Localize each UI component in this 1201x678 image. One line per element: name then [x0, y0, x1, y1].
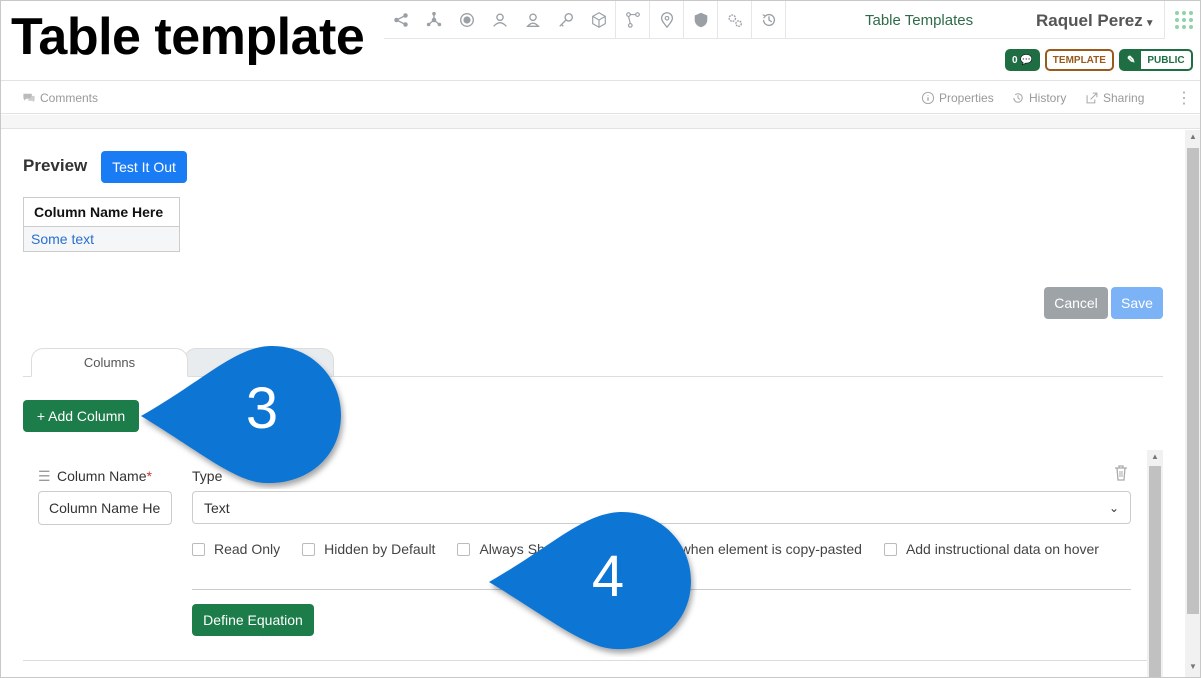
column-name-input[interactable]: [38, 491, 172, 525]
checkbox-label: Read Only: [214, 541, 281, 557]
more-options-icon[interactable]: ⋮: [1176, 88, 1192, 108]
info-icon: [921, 91, 935, 105]
page-scrollbar[interactable]: ▲ ▼: [1185, 130, 1200, 677]
users-icon[interactable]: [483, 1, 516, 39]
read-only-checkbox[interactable]: Read Only: [192, 541, 280, 557]
page-scroll-thumb[interactable]: [1187, 148, 1199, 614]
caret-down-icon: ▼: [1144, 18, 1155, 29]
toolbar-divider: [785, 1, 786, 39]
record-icon[interactable]: [450, 1, 483, 39]
tab-columns[interactable]: Columns: [31, 348, 188, 377]
user-name: Raquel Perez: [1036, 11, 1143, 30]
column-name-label-text: Column Name: [57, 468, 147, 484]
add-column-button[interactable]: + Add Column: [23, 400, 139, 432]
user-icon[interactable]: [516, 1, 549, 39]
public-label: PUBLIC: [1147, 54, 1185, 66]
column-name-label: Column Name*: [57, 468, 152, 484]
hub-icon[interactable]: [417, 1, 450, 39]
callout-3-number: 3: [245, 376, 279, 441]
scroll-up-icon[interactable]: ▲: [1189, 132, 1197, 141]
checkbox-box[interactable]: [457, 542, 471, 556]
sharing-label: Sharing: [1103, 91, 1145, 105]
location-icon[interactable]: [650, 1, 683, 39]
shield-icon[interactable]: [684, 1, 717, 39]
external-share-icon: [1086, 92, 1098, 104]
save-button[interactable]: Save: [1111, 287, 1163, 319]
instructional-data-checkbox[interactable]: Add instructional data on hover: [883, 541, 1099, 557]
define-equation-button[interactable]: Define Equation: [192, 604, 314, 636]
comment-count-badge[interactable]: 0 💬: [1005, 49, 1040, 71]
panel-scroll-thumb[interactable]: [1149, 466, 1161, 677]
checkbox-box[interactable]: [883, 542, 897, 556]
preview-table-cell[interactable]: Some text: [23, 226, 180, 252]
checkbox-box[interactable]: [192, 542, 205, 556]
checkbox-box[interactable]: [302, 542, 316, 556]
scroll-up-icon[interactable]: ▲: [1151, 452, 1159, 461]
share-icon[interactable]: [384, 1, 417, 39]
user-menu[interactable]: Raquel Perez ▼: [1036, 11, 1155, 31]
breadcrumb-table-templates[interactable]: Table Templates: [865, 12, 973, 29]
preview-heading: Preview: [23, 156, 88, 175]
key-icon[interactable]: [549, 1, 582, 39]
branch-icon[interactable]: [616, 1, 649, 39]
comments-label: Comments: [40, 91, 99, 105]
preview-table-header: Column Name Here: [23, 197, 180, 227]
box-icon[interactable]: [582, 1, 615, 39]
panel-bottom-border: [23, 660, 1147, 661]
preview-table: Column Name Here Some text: [23, 197, 180, 252]
chevron-down-icon: ⌄: [1108, 500, 1119, 515]
trash-icon[interactable]: [1114, 465, 1128, 481]
properties-label: Properties: [939, 91, 994, 105]
top-bar: Table Templates Raquel Perez ▼ 0 💬 TEMPLA…: [1, 1, 1200, 81]
panel-scrollbar[interactable]: ▲: [1147, 450, 1163, 677]
history-icon[interactable]: [752, 1, 785, 39]
cancel-button[interactable]: Cancel: [1044, 287, 1108, 319]
public-badge[interactable]: ✎ PUBLIC: [1118, 49, 1193, 71]
status-badges: 0 💬 TEMPLATE ✎ PUBLIC: [1005, 49, 1193, 71]
type-select-value: Text: [204, 499, 230, 516]
copy-paste-option-label: when element is copy-pasted: [680, 541, 862, 557]
checkbox-label: Hidden by Default: [324, 541, 436, 557]
header-strip: [1, 115, 1200, 129]
comments-link[interactable]: Comments: [22, 91, 98, 105]
secondary-toolbar: Comments Properties History Sharing ⋮: [1, 82, 1200, 114]
drag-handle-icon[interactable]: ☰: [38, 468, 51, 485]
settings-icon[interactable]: [718, 1, 751, 39]
checkbox-label: Add instructional data on hover: [905, 541, 1099, 557]
scroll-down-icon[interactable]: ▼: [1189, 662, 1197, 671]
test-it-out-button[interactable]: Test It Out: [101, 151, 187, 183]
pencil-icon: ✎: [1120, 51, 1142, 69]
overlay-title: Table template: [9, 5, 371, 67]
history-link[interactable]: History: [1011, 91, 1066, 105]
hidden-by-default-checkbox[interactable]: Hidden by Default: [302, 541, 435, 557]
history-small-icon: [1013, 93, 1023, 103]
properties-link[interactable]: Properties: [921, 91, 994, 105]
comments-icon: [23, 93, 35, 103]
comment-bubble-icon: 💬: [1020, 54, 1033, 66]
sharing-link[interactable]: Sharing: [1085, 91, 1144, 105]
comment-count: 0: [1012, 54, 1018, 66]
template-badge: TEMPLATE: [1044, 49, 1114, 71]
app-window: Table Templates Raquel Perez ▼ 0 💬 TEMPLA…: [0, 0, 1201, 678]
callout-4-number: 4: [591, 544, 625, 609]
history-label: History: [1029, 91, 1067, 105]
apps-grid-icon[interactable]: [1164, 1, 1200, 39]
